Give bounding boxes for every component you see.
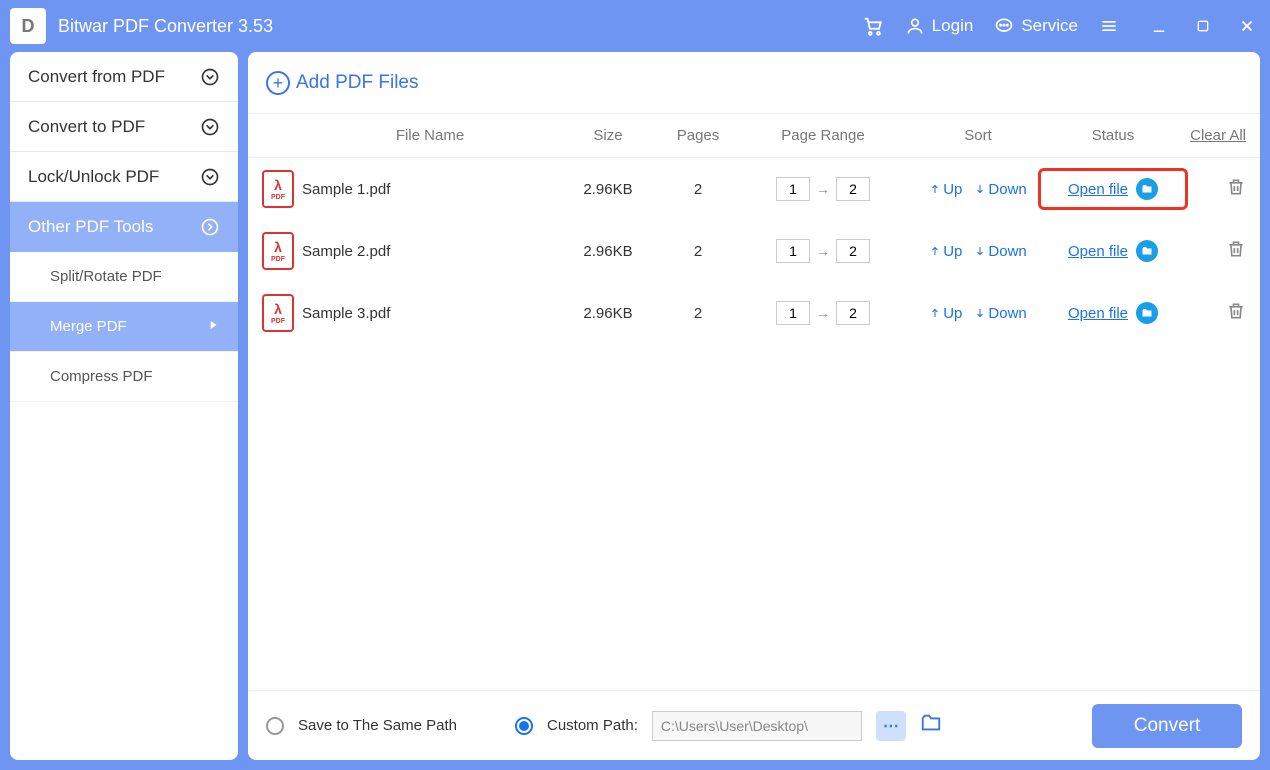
sidebar: Convert from PDF Convert to PDF Lock/Unl…: [10, 52, 238, 760]
custom-path-radio[interactable]: [515, 717, 533, 735]
file-pages: 2: [658, 181, 738, 198]
add-files-label: Add PDF Files: [296, 72, 418, 94]
delete-button[interactable]: [1226, 301, 1246, 325]
browse-button[interactable]: ⋯: [876, 711, 906, 741]
sidebar-group-label: Convert from PDF: [28, 67, 165, 87]
sort-up-button[interactable]: Up: [929, 243, 962, 260]
header-range: Page Range: [738, 127, 908, 144]
path-input[interactable]: [652, 711, 862, 741]
header-size: Size: [558, 127, 658, 144]
header-sort: Sort: [908, 127, 1048, 144]
header-status: Status: [1048, 127, 1178, 144]
maximize-button[interactable]: [1190, 13, 1216, 39]
sort-down-button[interactable]: Down: [974, 305, 1026, 322]
table-row: λPDF Sample 1.pdf 2.96KB 2 → Up Down: [248, 158, 1260, 220]
hamburger-icon: [1098, 15, 1120, 37]
sort-up-button[interactable]: Up: [929, 305, 962, 322]
sidebar-item-label: Merge PDF: [50, 318, 127, 335]
same-path-radio[interactable]: [266, 717, 284, 735]
pdf-icon: λPDF: [262, 170, 294, 208]
arrow-right-icon: →: [816, 305, 830, 321]
sidebar-group-label: Other PDF Tools: [28, 217, 153, 237]
header-pages: Pages: [658, 127, 738, 144]
range-from-input[interactable]: [776, 301, 810, 325]
chevron-down-icon: [200, 117, 220, 137]
pdf-icon: λPDF: [262, 294, 294, 332]
sidebar-group-convert-from[interactable]: Convert from PDF: [10, 52, 238, 102]
chat-icon: [993, 15, 1015, 37]
file-pages: 2: [658, 243, 738, 260]
custom-path-label: Custom Path:: [547, 717, 638, 734]
file-name: Sample 2.pdf: [302, 243, 558, 260]
open-file-link[interactable]: Open file: [1068, 305, 1128, 322]
sidebar-group-label: Lock/Unlock PDF: [28, 167, 159, 187]
main-panel: + Add PDF Files File Name Size Pages Pag…: [248, 52, 1260, 760]
play-icon: [206, 318, 220, 336]
range-to-input[interactable]: [836, 177, 870, 201]
service-label: Service: [1021, 16, 1078, 36]
file-size: 2.96KB: [558, 181, 658, 198]
pdf-icon: λPDF: [262, 232, 294, 270]
convert-button[interactable]: Convert: [1092, 704, 1242, 748]
header-filename: File Name: [302, 127, 558, 144]
cart-icon: [862, 15, 884, 37]
open-file-link[interactable]: Open file: [1068, 243, 1128, 260]
file-pages: 2: [658, 305, 738, 322]
menu-button[interactable]: [1098, 15, 1120, 37]
sidebar-item-merge[interactable]: Merge PDF: [10, 302, 238, 352]
folder-icon[interactable]: [1136, 178, 1158, 200]
chevron-down-icon: [200, 67, 220, 87]
arrow-right-icon: →: [816, 243, 830, 259]
file-name: Sample 1.pdf: [302, 181, 558, 198]
file-size: 2.96KB: [558, 305, 658, 322]
range-to-input[interactable]: [836, 239, 870, 263]
titlebar: D Bitwar PDF Converter 3.53 Login Servic…: [0, 0, 1270, 52]
arrow-right-icon: →: [816, 181, 830, 197]
sidebar-item-split[interactable]: Split/Rotate PDF: [10, 252, 238, 302]
open-folder-button[interactable]: [920, 712, 942, 739]
minimize-button[interactable]: [1146, 13, 1172, 39]
clear-all-button[interactable]: Clear All: [1178, 127, 1246, 144]
range-to-input[interactable]: [836, 301, 870, 325]
same-path-label: Save to The Same Path: [298, 717, 457, 734]
table-row: λPDF Sample 3.pdf 2.96KB 2 → Up Down: [248, 282, 1260, 344]
folder-icon[interactable]: [1136, 240, 1158, 262]
add-files-button[interactable]: + Add PDF Files: [266, 71, 418, 95]
delete-button[interactable]: [1226, 239, 1246, 263]
sidebar-item-label: Compress PDF: [50, 368, 153, 385]
sidebar-group-lock[interactable]: Lock/Unlock PDF: [10, 152, 238, 202]
login-button[interactable]: Login: [904, 15, 974, 37]
plus-icon: +: [266, 71, 290, 95]
file-name: Sample 3.pdf: [302, 305, 558, 322]
sidebar-group-label: Convert to PDF: [28, 117, 145, 137]
sidebar-group-other[interactable]: Other PDF Tools: [10, 202, 238, 252]
dots-icon: ⋯: [883, 716, 899, 736]
table-row: λPDF Sample 2.pdf 2.96KB 2 → Up Down: [248, 220, 1260, 282]
range-from-input[interactable]: [776, 177, 810, 201]
chevron-right-icon: [200, 217, 220, 237]
sort-down-button[interactable]: Down: [974, 181, 1026, 198]
app-title: Bitwar PDF Converter 3.53: [58, 16, 273, 37]
delete-button[interactable]: [1226, 177, 1246, 201]
cart-button[interactable]: [862, 15, 884, 37]
sidebar-item-label: Split/Rotate PDF: [50, 268, 162, 285]
sidebar-group-convert-to[interactable]: Convert to PDF: [10, 102, 238, 152]
sort-up-button[interactable]: Up: [929, 181, 962, 198]
user-icon: [904, 15, 926, 37]
footer: Save to The Same Path Custom Path: ⋯ Con…: [248, 690, 1260, 760]
file-size: 2.96KB: [558, 243, 658, 260]
chevron-down-icon: [200, 167, 220, 187]
range-from-input[interactable]: [776, 239, 810, 263]
convert-label: Convert: [1134, 715, 1201, 737]
login-label: Login: [932, 16, 974, 36]
open-file-link[interactable]: Open file: [1068, 181, 1128, 198]
sidebar-item-compress[interactable]: Compress PDF: [10, 352, 238, 402]
service-button[interactable]: Service: [993, 15, 1078, 37]
close-button[interactable]: [1234, 13, 1260, 39]
app-logo: D: [10, 8, 46, 44]
sort-down-button[interactable]: Down: [974, 243, 1026, 260]
folder-icon[interactable]: [1136, 302, 1158, 324]
table-header: File Name Size Pages Page Range Sort Sta…: [248, 114, 1260, 158]
